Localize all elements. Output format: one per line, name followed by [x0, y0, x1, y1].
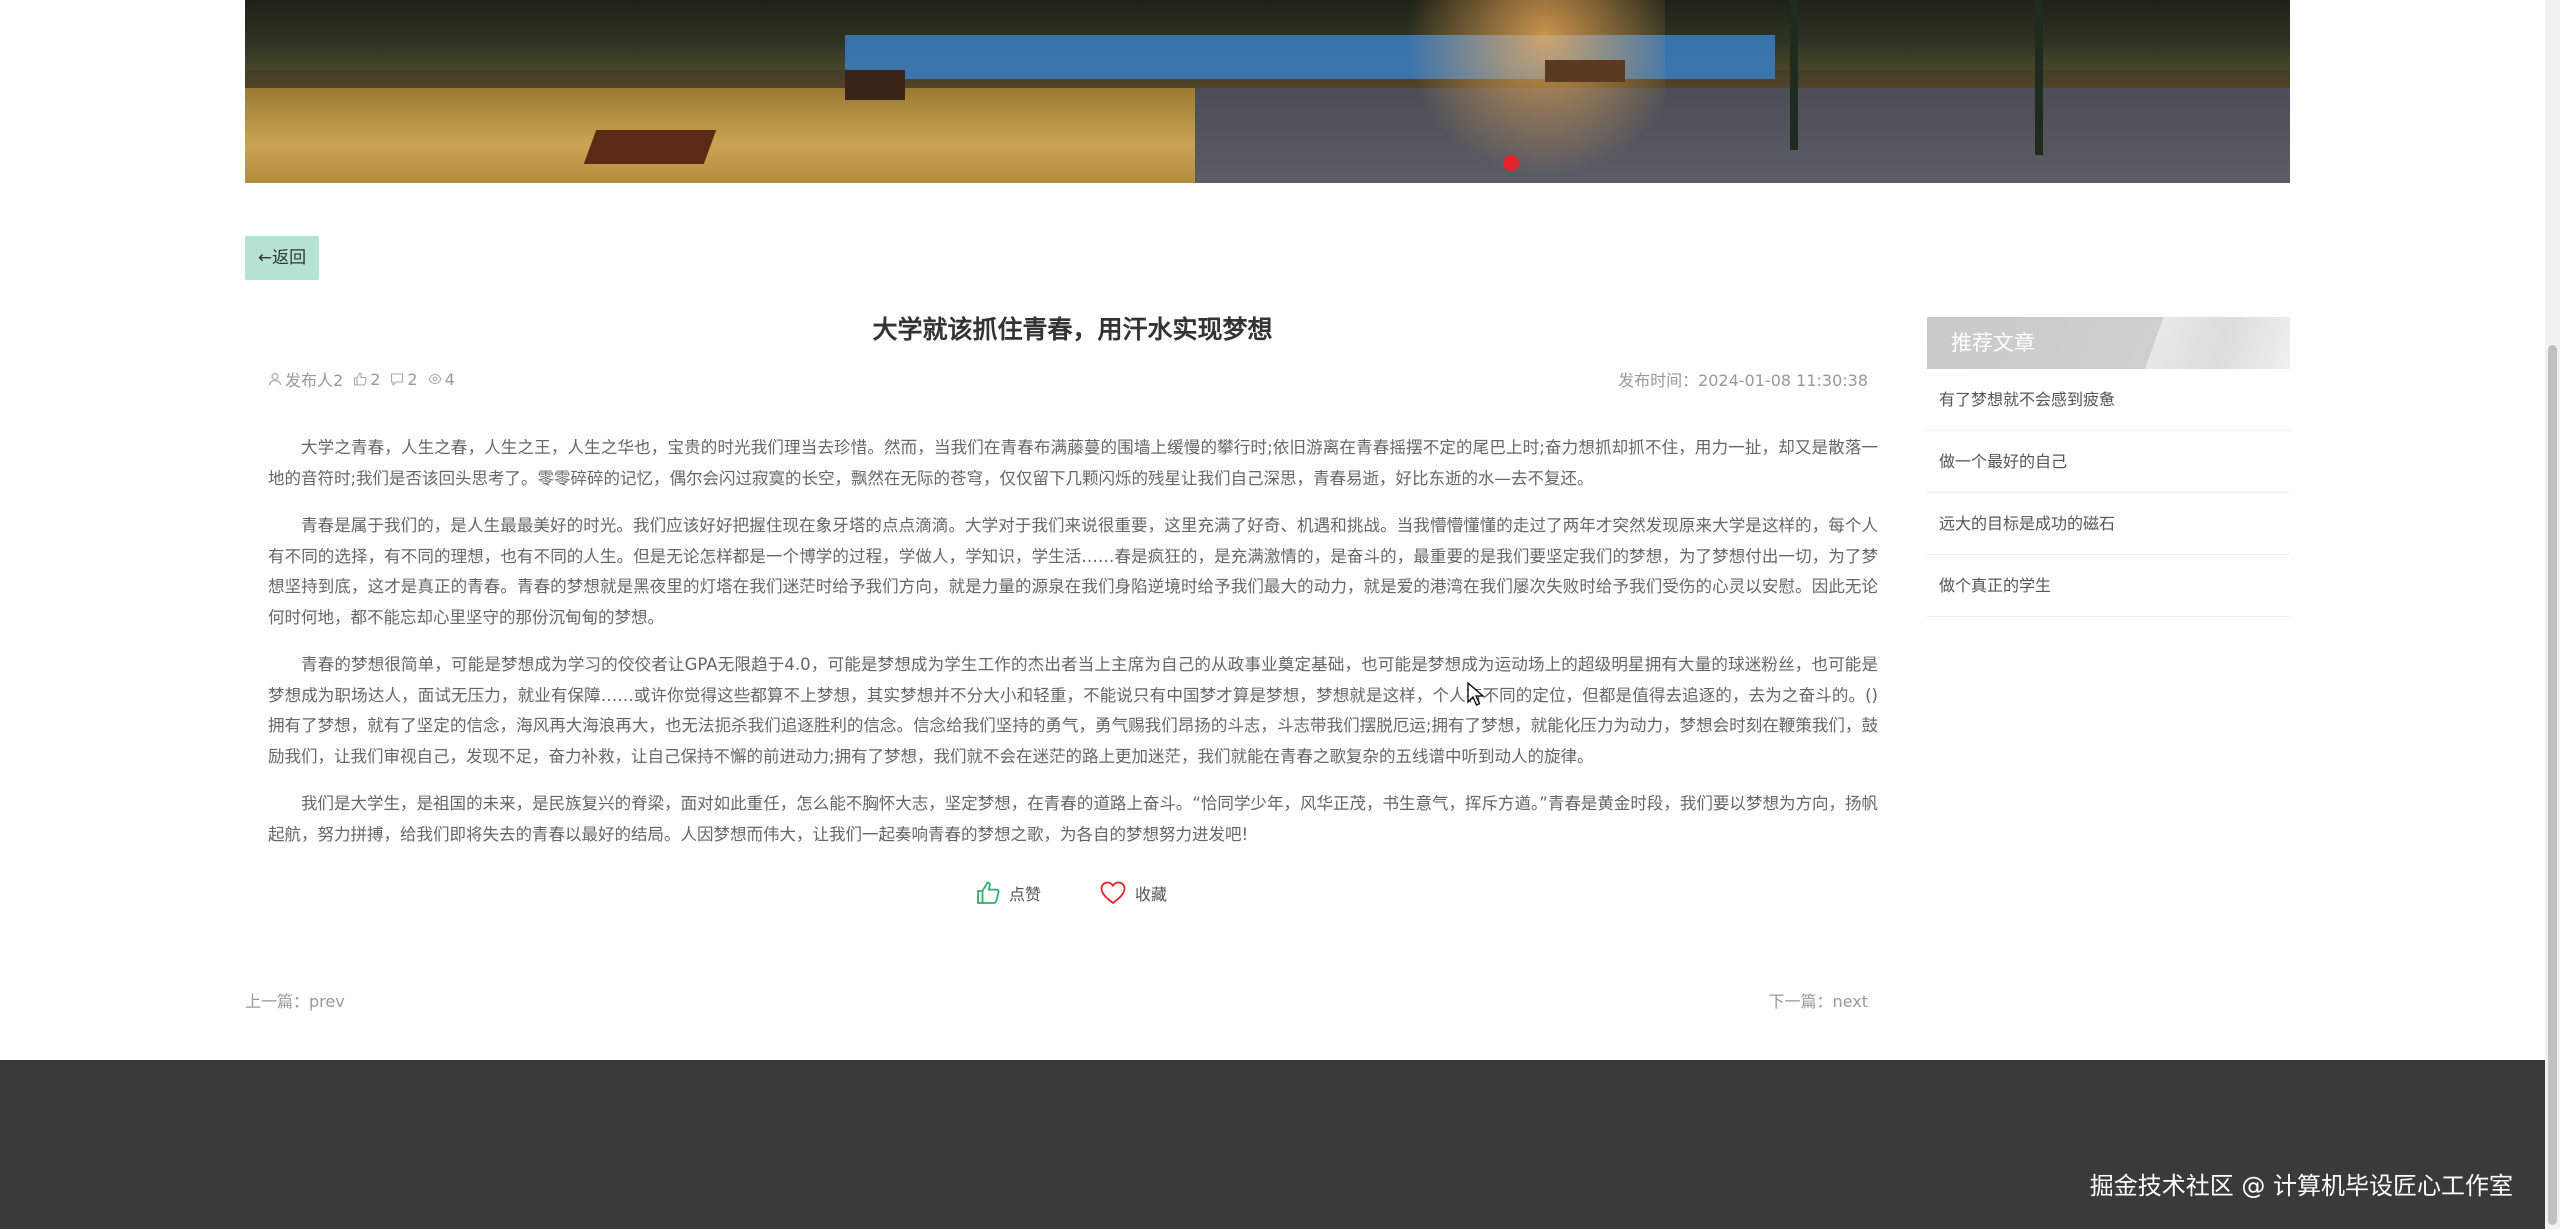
publish-time: 发布时间：2024-01-08 11:30:38	[1618, 371, 1868, 390]
author-name: 发布人2	[285, 371, 344, 390]
like-label: 点赞	[1009, 885, 1042, 904]
article-paragraph: 青春的梦想很简单，可能是梦想成为学习的佼佼者让GPA无限趋于4.0，可能是梦想成…	[268, 655, 1878, 766]
banner-bench	[845, 70, 905, 100]
sidebar-item[interactable]: 远大的目标是成功的磁石	[1927, 493, 2290, 555]
prev-article-link[interactable]: 上一篇：prev	[245, 988, 345, 1012]
author-meta: 发布人2	[268, 367, 343, 391]
favorite-button[interactable]: 收藏	[1099, 880, 1167, 906]
article-paragraph: 大学之青春，人生之春，人生之王，人生之华也，宝贵的时光我们理当去珍惜。然而，当我…	[268, 438, 1878, 488]
scrollbar-thumb[interactable]	[2548, 345, 2557, 1225]
banner-court	[1195, 88, 2290, 183]
back-button[interactable]: ←返回	[245, 236, 319, 280]
article-paragraph: 青春是属于我们的，是人生最最美好的时光。我们应该好好把握住现在象牙塔的点点滴滴。…	[268, 516, 1878, 627]
like-icon	[977, 881, 1000, 904]
article-meta: 发布人2 2 2 4	[268, 367, 455, 391]
comments-count: 2	[407, 369, 418, 389]
likes-count: 2	[370, 369, 381, 389]
like-button[interactable]: 点赞	[975, 880, 1041, 906]
article-title: 大学就该抓住青春，用汗水实现梦想	[872, 315, 1273, 344]
views-count: 4	[444, 369, 455, 389]
user-icon	[268, 372, 282, 386]
page-footer: 掘金技术社区 @ 计算机毕设匠心工作室	[0, 1060, 2545, 1229]
banner-leaves	[245, 88, 1195, 183]
article-actions: 点赞 收藏	[975, 880, 1167, 906]
article-content: 大学之青春，人生之春，人生之王，人生之华也，宝贵的时光我们理当去珍惜。然而，当我…	[268, 433, 1878, 867]
article-paragraph: 我们是大学生，是祖国的未来，是民族复兴的脊梁，面对如此重任，怎么能不胸怀大志，坚…	[268, 794, 1878, 844]
mouse-cursor-icon	[1467, 682, 1485, 706]
thumb-up-icon	[354, 372, 367, 386]
sidebar-item[interactable]: 做一个最好的自己	[1927, 431, 2290, 493]
sidebar-item[interactable]: 做个真正的学生	[1927, 555, 2290, 617]
hero-carousel	[245, 0, 2290, 183]
sidebar-item[interactable]: 有了梦想就不会感到疲惫	[1927, 369, 2290, 431]
likes-meta: 2	[353, 370, 380, 389]
heart-icon	[1100, 881, 1126, 905]
sidebar-title: 推荐文章	[1927, 317, 2290, 369]
favorite-label: 收藏	[1135, 885, 1168, 904]
comment-icon	[391, 373, 404, 386]
carousel-indicator-dot[interactable]	[1503, 155, 1519, 171]
comments-meta: 2	[390, 369, 418, 389]
recommended-sidebar: 推荐文章 有了梦想就不会感到疲惫 做一个最好的自己 远大的目标是成功的磁石 做个…	[1927, 317, 2290, 617]
banner-bench	[1545, 60, 1625, 82]
eye-icon	[427, 373, 442, 385]
next-article-link[interactable]: 下一篇：next	[1769, 988, 1868, 1012]
banner-bench	[583, 130, 717, 164]
watermark-text: 掘金技术社区 @ 计算机毕设匠心工作室	[2089, 1172, 2513, 1200]
views-meta: 4	[427, 369, 455, 389]
banner-post	[1790, 0, 1798, 150]
banner-post	[2035, 0, 2043, 155]
